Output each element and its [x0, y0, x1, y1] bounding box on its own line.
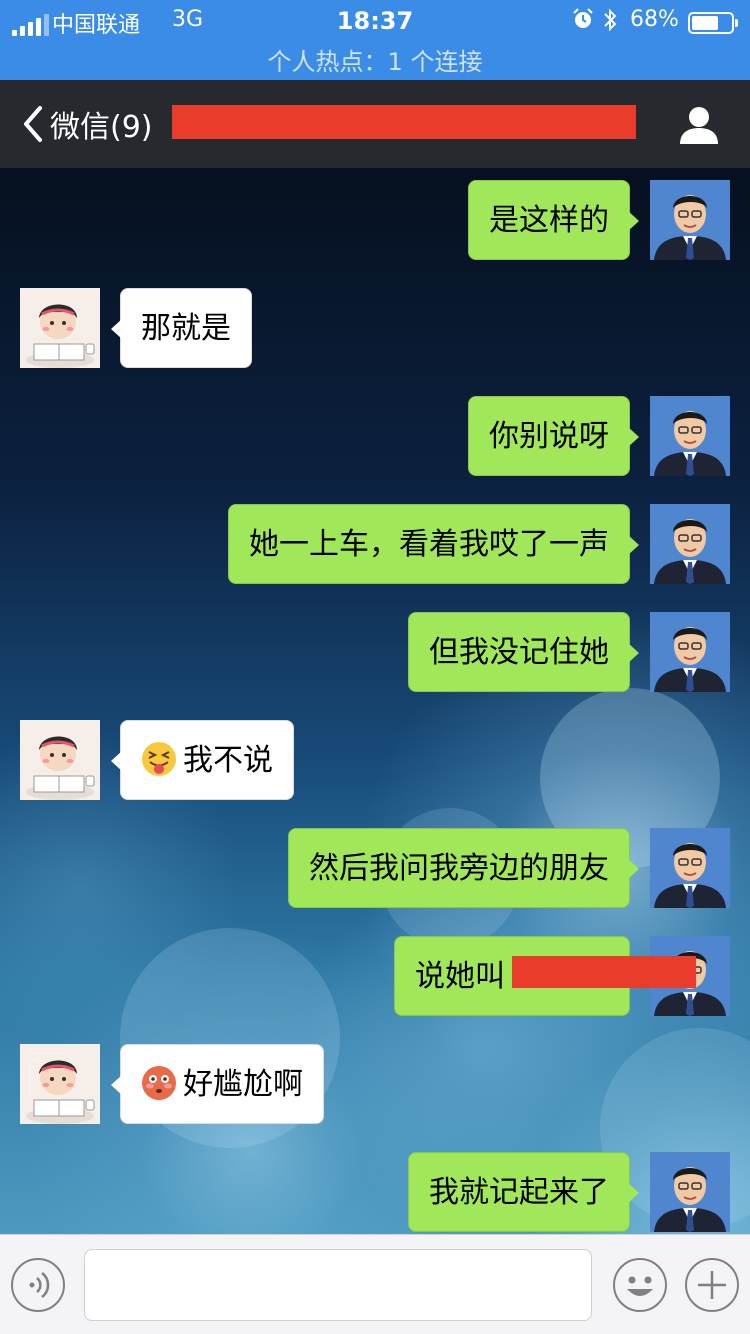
title-redaction	[172, 105, 636, 139]
message-bubble[interactable]: 你别说呀	[468, 396, 639, 476]
message-received: 我不说	[0, 720, 750, 800]
plus-icon[interactable]	[684, 1257, 740, 1313]
message-bubble[interactable]: 然后我问我旁边的朋友	[288, 828, 639, 908]
contact-avatar[interactable]	[20, 720, 100, 800]
self-avatar[interactable]	[650, 396, 730, 476]
message-text: 说她叫	[415, 959, 505, 994]
chevron-left-icon	[24, 106, 42, 142]
status-row: 中国联通 3G 18:37 68%	[0, 4, 750, 40]
battery-percent: 68%	[630, 7, 679, 32]
flushed-emoji	[141, 1052, 177, 1100]
hotspot-banner[interactable]: 个人热点：1 个连接	[0, 42, 750, 77]
message-text: 我不说	[183, 743, 273, 778]
message-text: 她一上车，看着我哎了一声	[249, 527, 609, 562]
redaction-bar	[512, 956, 696, 988]
message-bubble[interactable]: 那就是	[111, 288, 252, 368]
message-bubble[interactable]: 我不说	[111, 720, 294, 800]
battery-fill	[692, 16, 718, 30]
message-text: 那就是	[141, 311, 231, 346]
self-avatar[interactable]	[650, 612, 730, 692]
self-avatar[interactable]	[650, 828, 730, 908]
input-bar	[0, 1234, 750, 1334]
message-sent: 说她叫	[0, 936, 750, 1016]
message-input[interactable]	[84, 1249, 592, 1321]
message-text: 我就记起来了	[429, 1175, 609, 1210]
smiley-icon[interactable]	[612, 1257, 668, 1313]
alarm-icon	[573, 8, 593, 28]
message-text: 然后我问我旁边的朋友	[309, 851, 609, 886]
message-text: 你别说呀	[489, 419, 609, 454]
message-bubble[interactable]: 但我没记住她	[408, 612, 639, 692]
back-button[interactable]: 微信(9)	[18, 102, 153, 146]
message-sent: 但我没记住她	[0, 612, 750, 692]
message-text: 是这样的	[489, 203, 609, 238]
bluetooth-icon	[604, 8, 617, 32]
nav-bar: 微信(9)	[0, 80, 750, 168]
voice-icon[interactable]	[10, 1257, 66, 1313]
message-text: 但我没记住她	[429, 635, 609, 670]
tongue-out-emoji	[141, 728, 177, 776]
message-received: 那就是	[0, 288, 750, 368]
self-avatar[interactable]	[650, 504, 730, 584]
chat-area[interactable]: 是这样的那就是你别说呀她一上车，看着我哎了一声但我没记住她我不说然后我问我旁边的…	[0, 168, 750, 1234]
message-sent: 是这样的	[0, 180, 750, 260]
person-icon[interactable]	[678, 104, 720, 144]
back-label: 微信(9)	[50, 110, 153, 145]
self-avatar[interactable]	[650, 180, 730, 260]
message-bubble[interactable]: 是这样的	[468, 180, 639, 260]
message-sent: 她一上车，看着我哎了一声	[0, 504, 750, 584]
self-avatar[interactable]	[650, 1152, 730, 1232]
message-sent: 你别说呀	[0, 396, 750, 476]
contact-avatar[interactable]	[20, 288, 100, 368]
message-sent: 然后我问我旁边的朋友	[0, 828, 750, 908]
status-bar: 中国联通 3G 18:37 68% 个人热点：1 个连接	[0, 0, 750, 80]
message-bubble[interactable]: 好尴尬啊	[111, 1044, 324, 1124]
battery-icon	[688, 12, 738, 34]
message-received: 好尴尬啊	[0, 1044, 750, 1124]
message-text: 好尴尬啊	[183, 1067, 303, 1102]
message-bubble[interactable]: 我就记起来了	[408, 1152, 639, 1232]
contact-avatar[interactable]	[20, 1044, 100, 1124]
message-bubble[interactable]: 她一上车，看着我哎了一声	[228, 504, 639, 584]
message-sent: 我就记起来了	[0, 1152, 750, 1232]
